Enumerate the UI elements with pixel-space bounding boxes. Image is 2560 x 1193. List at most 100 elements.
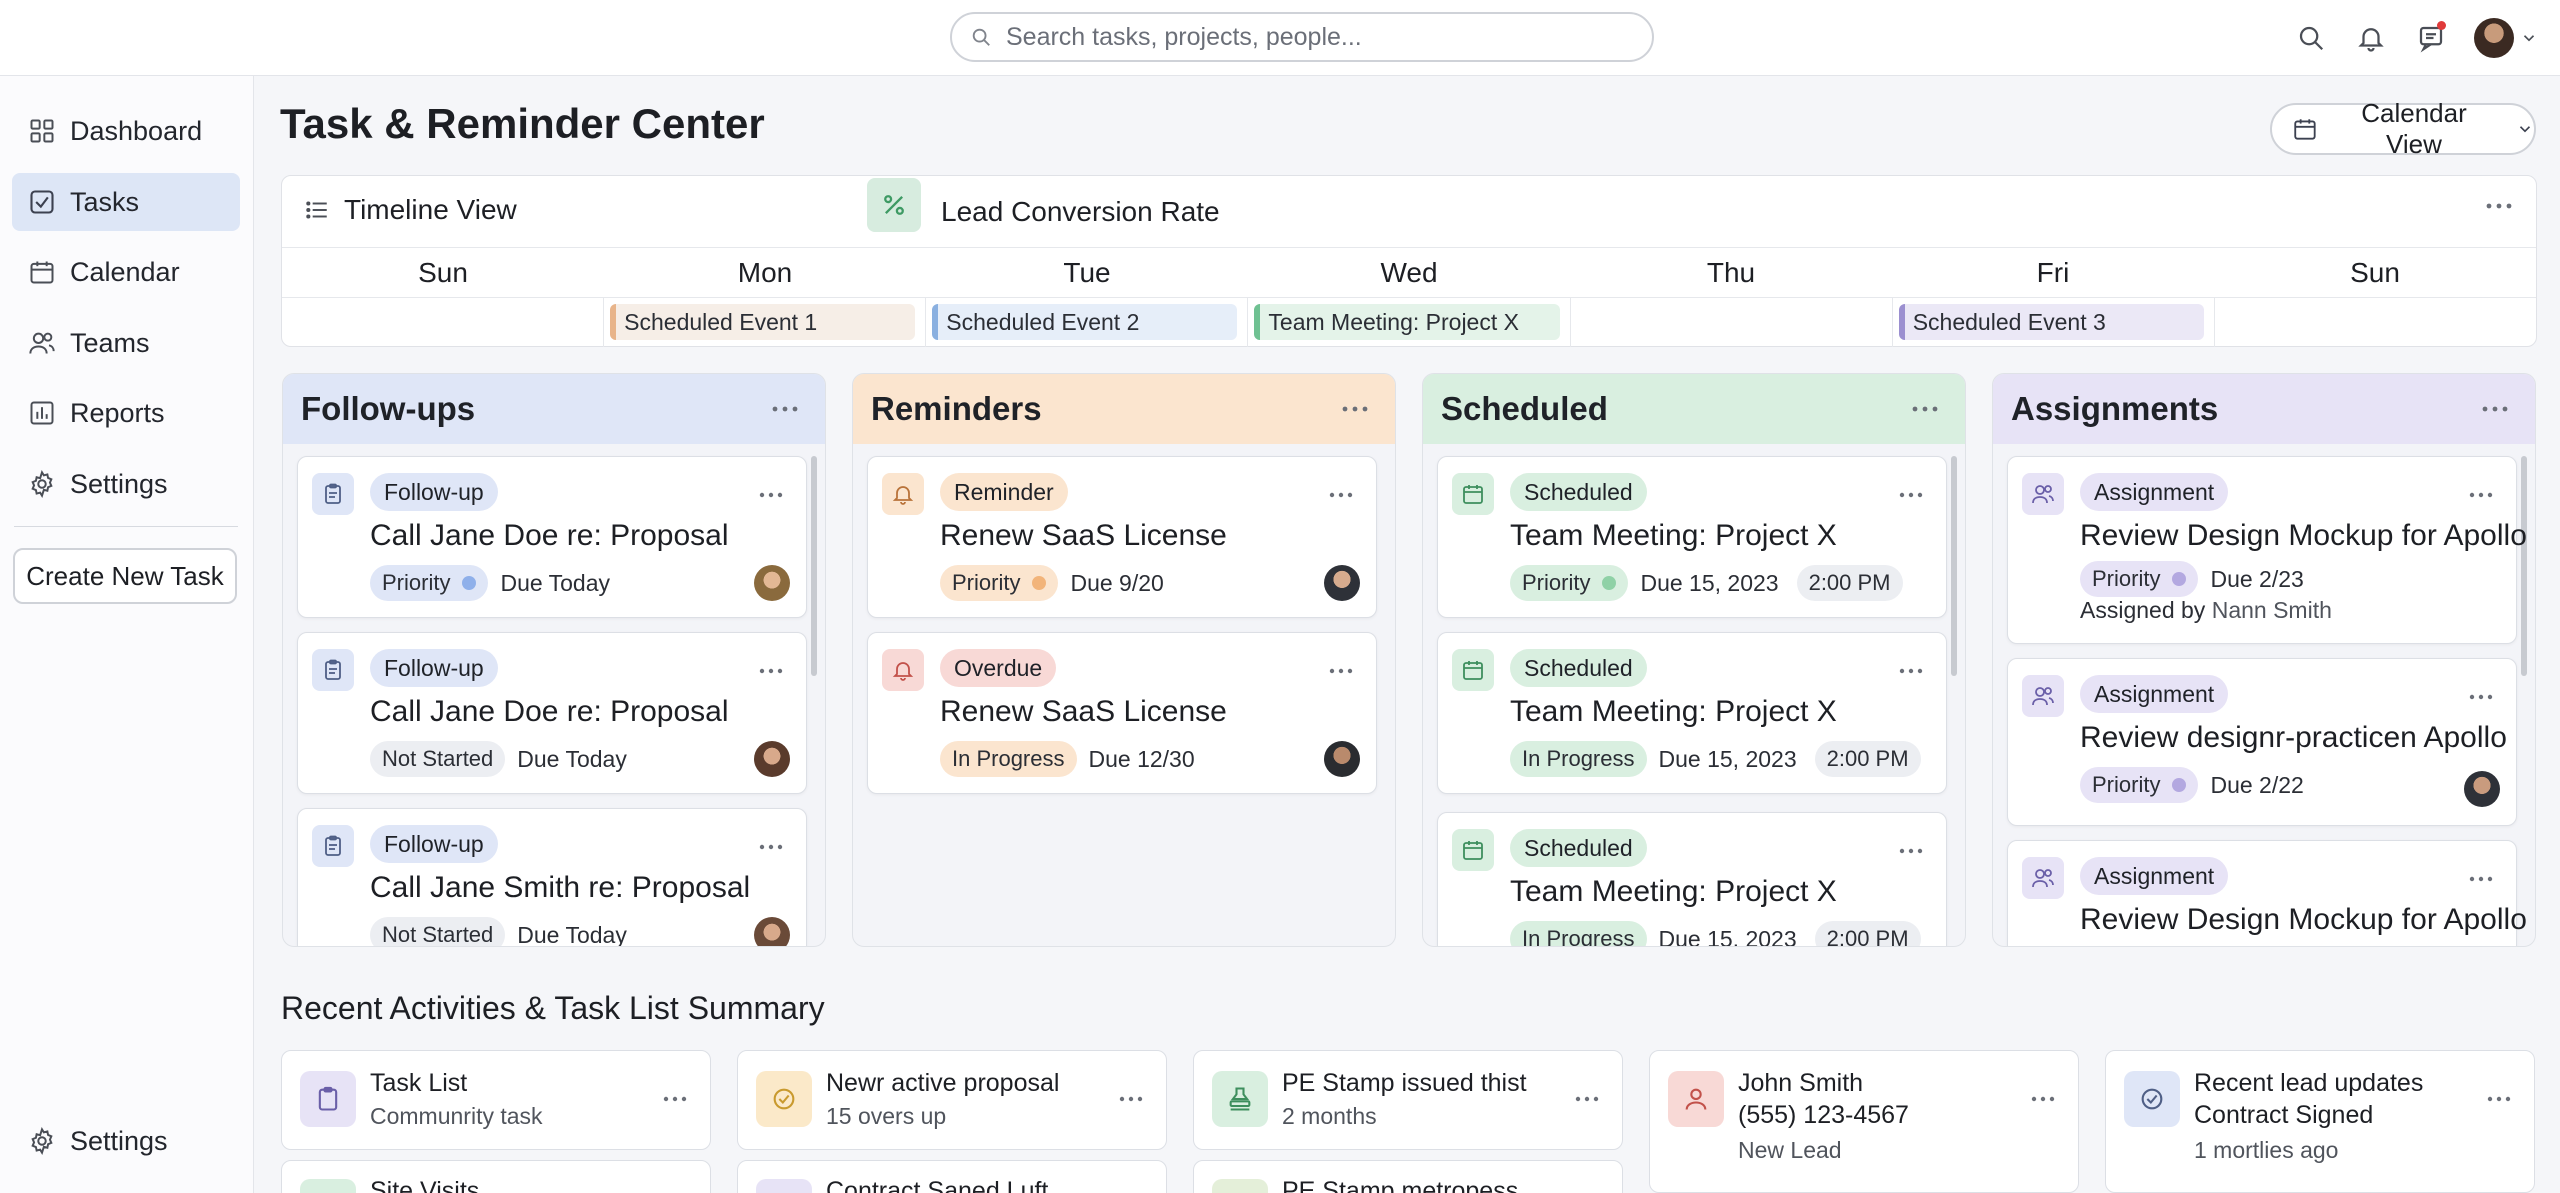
more-icon[interactable] (758, 663, 784, 679)
card-meta: In Progress Due 15, 2023 2:00 PM (1510, 921, 1933, 946)
due-date: Due 2/23 (2210, 565, 2304, 592)
column-body: Reminder Renew SaaS License Priority Due… (853, 444, 1395, 946)
bell-icon (882, 649, 924, 691)
card-title: Review Design Mockup for Apollo (2080, 519, 2527, 552)
task-card[interactable]: Scheduled Team Meeting: Project X In Pro… (1437, 632, 1947, 794)
calendar-view-label: Calendar View (2361, 98, 2467, 159)
activity-card[interactable]: Contract Saned Luft (737, 1160, 1167, 1193)
activity-card[interactable]: Recent lead updates Contract Signed 1 mo… (2105, 1050, 2535, 1193)
chevron-down-icon[interactable] (2520, 29, 2538, 47)
task-card[interactable]: Scheduled Team Meeting: Project X Priori… (1437, 456, 1947, 618)
sidebar-item-tasks[interactable]: Tasks (12, 173, 240, 231)
more-icon[interactable] (662, 1091, 688, 1107)
card-tag: Assignment (2080, 675, 2229, 713)
more-icon[interactable] (1911, 400, 1939, 418)
more-icon[interactable] (1328, 487, 1354, 503)
clipboard-icon (312, 649, 354, 691)
sidebar-item-reports[interactable]: Reports (12, 384, 240, 442)
column-header: Reminders (853, 374, 1395, 444)
more-icon[interactable] (1898, 663, 1924, 679)
sidebar-item-dashboard[interactable]: Dashboard (12, 102, 240, 160)
column-title: Follow-ups (301, 390, 476, 427)
more-icon[interactable] (758, 487, 784, 503)
more-icon[interactable] (1574, 1091, 1600, 1107)
time-badge: 2:00 PM (1814, 921, 1921, 946)
card-tag: Follow-up (370, 825, 498, 863)
day-label: Thu (1706, 257, 1756, 288)
user-avatar[interactable] (2474, 18, 2514, 58)
activity-card[interactable]: PE Stamp metropess (1193, 1160, 1623, 1193)
calendar-view-dropdown[interactable]: Calendar View (2270, 98, 2536, 159)
sidebar-item-label: Tasks (70, 186, 140, 217)
timeline-event[interactable]: Scheduled Event 1 (610, 304, 916, 340)
more-icon[interactable] (2481, 400, 2509, 418)
sidebar-bottom-settings[interactable]: Settings (12, 1112, 240, 1170)
column-title: Reminders (871, 390, 1042, 427)
day-label: Mon (737, 257, 793, 288)
reminders-column: Reminders Reminder Renew SaaS License Pr… (852, 373, 1396, 947)
task-card[interactable]: Reminder Renew SaaS License Priority Due… (867, 456, 1377, 618)
task-card[interactable]: Scheduled Team Meeting: Project X In Pro… (1437, 812, 1947, 946)
global-search[interactable] (950, 12, 1654, 62)
more-icon[interactable] (2468, 689, 2494, 705)
task-card[interactable]: Follow-up Call Jane Doe re: Proposal Pri… (297, 456, 807, 618)
card-title: Renew SaaS License (940, 695, 1227, 728)
avatar (754, 917, 790, 946)
create-task-button[interactable]: Create New Task (13, 548, 237, 604)
more-icon[interactable] (1898, 843, 1924, 859)
notifications-button[interactable] (2354, 21, 2388, 55)
sidebar-item-label: Reports (70, 397, 165, 428)
calendar-icon (1452, 649, 1494, 691)
person-icon (1668, 1071, 1724, 1127)
more-icon[interactable] (771, 400, 799, 418)
more-icon[interactable] (1328, 663, 1354, 679)
task-card[interactable]: Assignment Review designr-practicen Apol… (2007, 658, 2517, 826)
task-card[interactable]: Assignment Review Design Mockup for Apol… (2007, 456, 2527, 644)
sidebar-item-teams[interactable]: Teams (12, 314, 240, 372)
timeline-event[interactable]: Team Meeting: Project X (1254, 304, 1560, 340)
more-icon[interactable] (2486, 1091, 2512, 1107)
search-input[interactable] (1006, 22, 1606, 52)
task-card[interactable]: Overdue Renew SaaS License In Progress D… (867, 632, 1377, 794)
timeline-event[interactable]: Scheduled Event 2 (932, 304, 1238, 340)
card-title: Call Jane Doe re: Proposal (370, 519, 729, 552)
activity-card[interactable]: Site Visits (281, 1160, 711, 1193)
more-icon[interactable] (2484, 196, 2514, 216)
card-meta: Priority Due 9/20 (940, 565, 1164, 601)
activity-card[interactable]: PE Stamp issued thist 2 months (1193, 1050, 1623, 1150)
card-meta: In Progress Due 12/30 (940, 741, 1195, 777)
activity-title: Newr active proposal (826, 1069, 1060, 1097)
search-button[interactable] (2294, 21, 2328, 55)
activity-card[interactable]: John Smith (555) 123-4567 New Lead (1649, 1050, 2079, 1193)
more-icon[interactable] (2468, 487, 2494, 503)
lead-conversion-widget[interactable]: Lead Conversion Rate (867, 178, 1220, 232)
gear-icon (31, 470, 53, 498)
more-icon[interactable] (1341, 400, 1369, 418)
clipboard-icon (312, 473, 354, 515)
more-icon[interactable] (1118, 1091, 1144, 1107)
activity-card[interactable]: Task List Communrity task (281, 1050, 711, 1150)
timeline-event[interactable]: Scheduled Event 3 (1898, 304, 2204, 340)
card-tag: Scheduled (1510, 473, 1647, 511)
task-card[interactable]: Follow-up Call Jane Smith re: Proposal N… (297, 808, 807, 946)
more-icon[interactable] (1898, 487, 1924, 503)
messages-button[interactable] (2414, 21, 2448, 55)
badge-icon (756, 1071, 812, 1127)
card-tag: Overdue (940, 649, 1057, 687)
sidebar-item-label: Settings (70, 468, 168, 499)
more-icon[interactable] (2030, 1091, 2056, 1107)
status-badge: Priority (2080, 767, 2199, 803)
task-card[interactable]: Assignment Review Design Mockup for Apol… (2007, 840, 2527, 946)
grid-icon (30, 119, 54, 143)
more-icon[interactable] (758, 839, 784, 855)
calendar-icon (2294, 119, 2316, 140)
more-icon[interactable] (2468, 871, 2494, 887)
sidebar-item-calendar[interactable]: Calendar (12, 243, 240, 301)
sidebar-item-label: Calendar (70, 256, 180, 287)
activity-card[interactable]: Newr active proposal 15 overs up (737, 1050, 1167, 1150)
sidebar-item-settings[interactable]: Settings (12, 455, 240, 513)
status-badge: In Progress (940, 741, 1077, 777)
timeline-cell (282, 298, 605, 347)
task-card[interactable]: Follow-up Call Jane Doe re: Proposal Not… (297, 632, 807, 794)
status-badge: Priority (370, 565, 489, 601)
